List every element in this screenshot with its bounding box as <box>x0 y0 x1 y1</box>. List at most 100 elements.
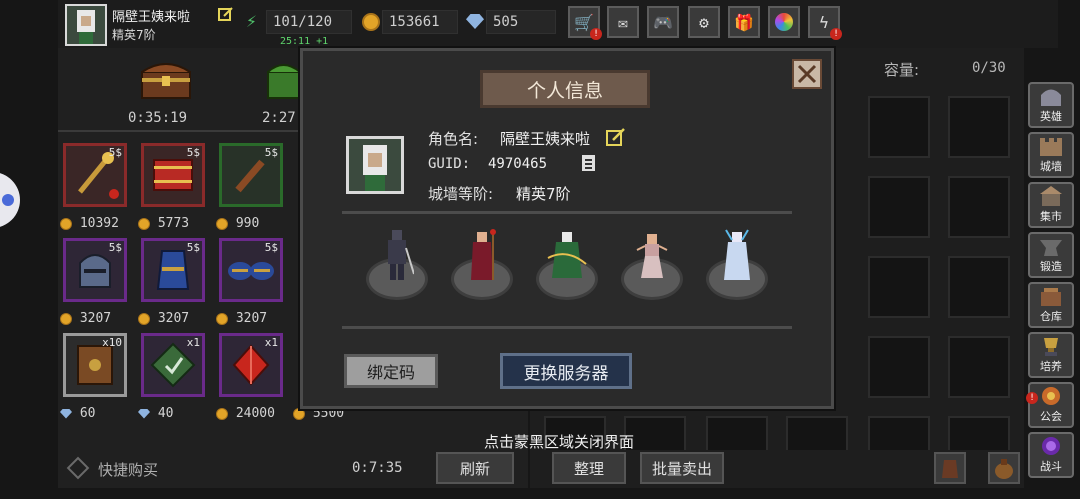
inventory-slot[interactable] <box>868 256 930 318</box>
gamepad-icon[interactable]: 🎮 <box>647 6 679 38</box>
price-label: 3207 <box>138 311 189 326</box>
slot-tag: 5$ <box>264 241 278 254</box>
inventory-slot[interactable] <box>868 176 930 238</box>
wall-icon <box>1040 138 1062 156</box>
gem-icon <box>138 408 150 419</box>
sidebar-item-heroes[interactable]: 英雄 <box>1028 82 1074 128</box>
portal-icon <box>1042 437 1060 455</box>
slot-tag: x1 <box>186 336 200 349</box>
market-icon <box>1040 186 1062 206</box>
player-avatar[interactable] <box>65 4 107 46</box>
shop-slot[interactable]: x10 <box>63 333 127 397</box>
helmet-icon <box>1041 89 1061 106</box>
hero-slot[interactable] <box>449 228 515 302</box>
gold-coin-icon <box>216 217 228 230</box>
sidebar-item-battle[interactable]: 战斗 <box>1028 432 1074 478</box>
inventory-slot[interactable] <box>948 96 1010 158</box>
price-label: 3207 <box>216 311 267 326</box>
refresh-button[interactable]: 刷新 <box>436 452 514 484</box>
inventory-slot[interactable] <box>948 256 1010 318</box>
slot-tag: 5$ <box>108 241 122 254</box>
wall-rank-label: 城墙等阶: <box>428 185 494 203</box>
gold-coin-icon <box>216 312 228 325</box>
gold-coin-icon <box>60 312 72 325</box>
shop-slot[interactable]: x1 <box>141 333 205 397</box>
shop-slot[interactable]: 5$ <box>63 238 127 302</box>
copy-icon[interactable] <box>580 153 598 173</box>
sidebar-item-guild[interactable]: 公会 ! <box>1026 382 1074 428</box>
color-wheel-icon[interactable] <box>768 6 800 38</box>
wall-rank-value: 精英7阶 <box>516 185 571 203</box>
paw-icon <box>2 194 14 206</box>
profile-avatar <box>346 136 404 194</box>
overlay-hint: 点击蒙黑区域关闭界面 <box>484 433 635 451</box>
sidebar-item-warehouse[interactable]: 仓库 <box>1028 282 1074 328</box>
close-icon <box>797 64 817 84</box>
hero-slot[interactable] <box>619 228 685 302</box>
sidebar-item-wall[interactable]: 城墙 <box>1028 132 1074 178</box>
floating-assistant-button[interactable] <box>0 172 20 228</box>
guid-value: 4970465 <box>488 156 548 172</box>
edit-name-icon[interactable] <box>606 127 626 147</box>
price-label: 24000 <box>216 406 275 421</box>
player-rank: 精英7阶 <box>112 28 156 42</box>
shop-slot[interactable]: 5$ <box>63 143 127 207</box>
inventory-slot[interactable] <box>948 176 1010 238</box>
gear-icon[interactable]: ⚙ <box>688 6 720 38</box>
slot-tag: 5$ <box>186 241 200 254</box>
price-label: 10392 <box>60 216 119 231</box>
inventory-slot[interactable] <box>868 336 930 398</box>
slot-tag: 5$ <box>186 146 200 159</box>
quick-buy-label[interactable]: 快捷购买 <box>98 459 158 480</box>
inventory-slot[interactable] <box>948 336 1010 398</box>
hero-slot[interactable] <box>534 228 600 302</box>
name-label: 角色名: <box>428 130 479 148</box>
slot-tag: 5$ <box>108 146 122 159</box>
shop-slot[interactable]: 5$ <box>219 238 283 302</box>
bulk-sell-button[interactable]: 批量卖出 <box>640 452 724 484</box>
price-label: 3207 <box>60 311 111 326</box>
armored-knight-icon <box>388 230 414 280</box>
close-button[interactable] <box>792 59 822 89</box>
green-ranger-icon <box>547 232 587 278</box>
gem-value: 505 <box>486 10 556 34</box>
gold-coin-icon <box>60 217 72 230</box>
capacity-value: 0/30 <box>972 60 1006 76</box>
slot-tag: x1 <box>264 336 278 349</box>
green-chest-icon[interactable] <box>266 58 301 100</box>
energy-icon: ⚡ <box>246 11 257 32</box>
red-mage-icon <box>471 229 496 280</box>
hero-slot[interactable] <box>704 228 770 302</box>
capacity-label: 容量: <box>884 61 920 79</box>
change-server-button[interactable]: 更换服务器 <box>500 353 632 389</box>
shop-divider <box>58 130 300 132</box>
slot-tag: x10 <box>102 336 122 349</box>
sort-button[interactable]: 整理 <box>552 452 626 484</box>
mail-icon[interactable]: ✉ <box>607 6 639 38</box>
lightning-icon[interactable]: ϟ! <box>808 6 842 40</box>
armor-filter-icon[interactable] <box>934 452 966 484</box>
sidebar-item-forge[interactable]: 锻造 <box>1028 232 1074 278</box>
guid-label: GUID: <box>428 156 471 172</box>
shop-cart-icon[interactable]: 🛒! <box>568 6 602 40</box>
bind-code-button[interactable]: 绑定码 <box>344 354 438 388</box>
treasure-chest-icon[interactable] <box>138 58 194 100</box>
modal-divider <box>342 326 792 329</box>
anvil-icon <box>1040 240 1062 256</box>
gold-value: 153661 <box>382 10 458 34</box>
shop-slot[interactable]: 5$ <box>141 238 205 302</box>
sidebar-item-training[interactable]: 培养 <box>1028 332 1074 378</box>
gold-coin-icon <box>138 312 150 325</box>
inventory-slot[interactable] <box>868 96 930 158</box>
sidebar-item-market[interactable]: 集市 <box>1028 182 1074 228</box>
shop-slot[interactable]: 5$ <box>141 143 205 207</box>
gem-icon <box>60 408 72 419</box>
top-bar <box>58 0 1058 48</box>
edit-icon[interactable] <box>218 6 234 22</box>
shop-slot[interactable]: x1 <box>219 333 283 397</box>
chest-timer-2: 2:27 <box>262 110 296 126</box>
hero-slot[interactable] <box>364 228 430 302</box>
shop-slot[interactable]: 5$ <box>219 143 283 207</box>
gift-icon[interactable]: 🎁 <box>728 6 760 38</box>
bag-icon[interactable] <box>988 452 1020 484</box>
